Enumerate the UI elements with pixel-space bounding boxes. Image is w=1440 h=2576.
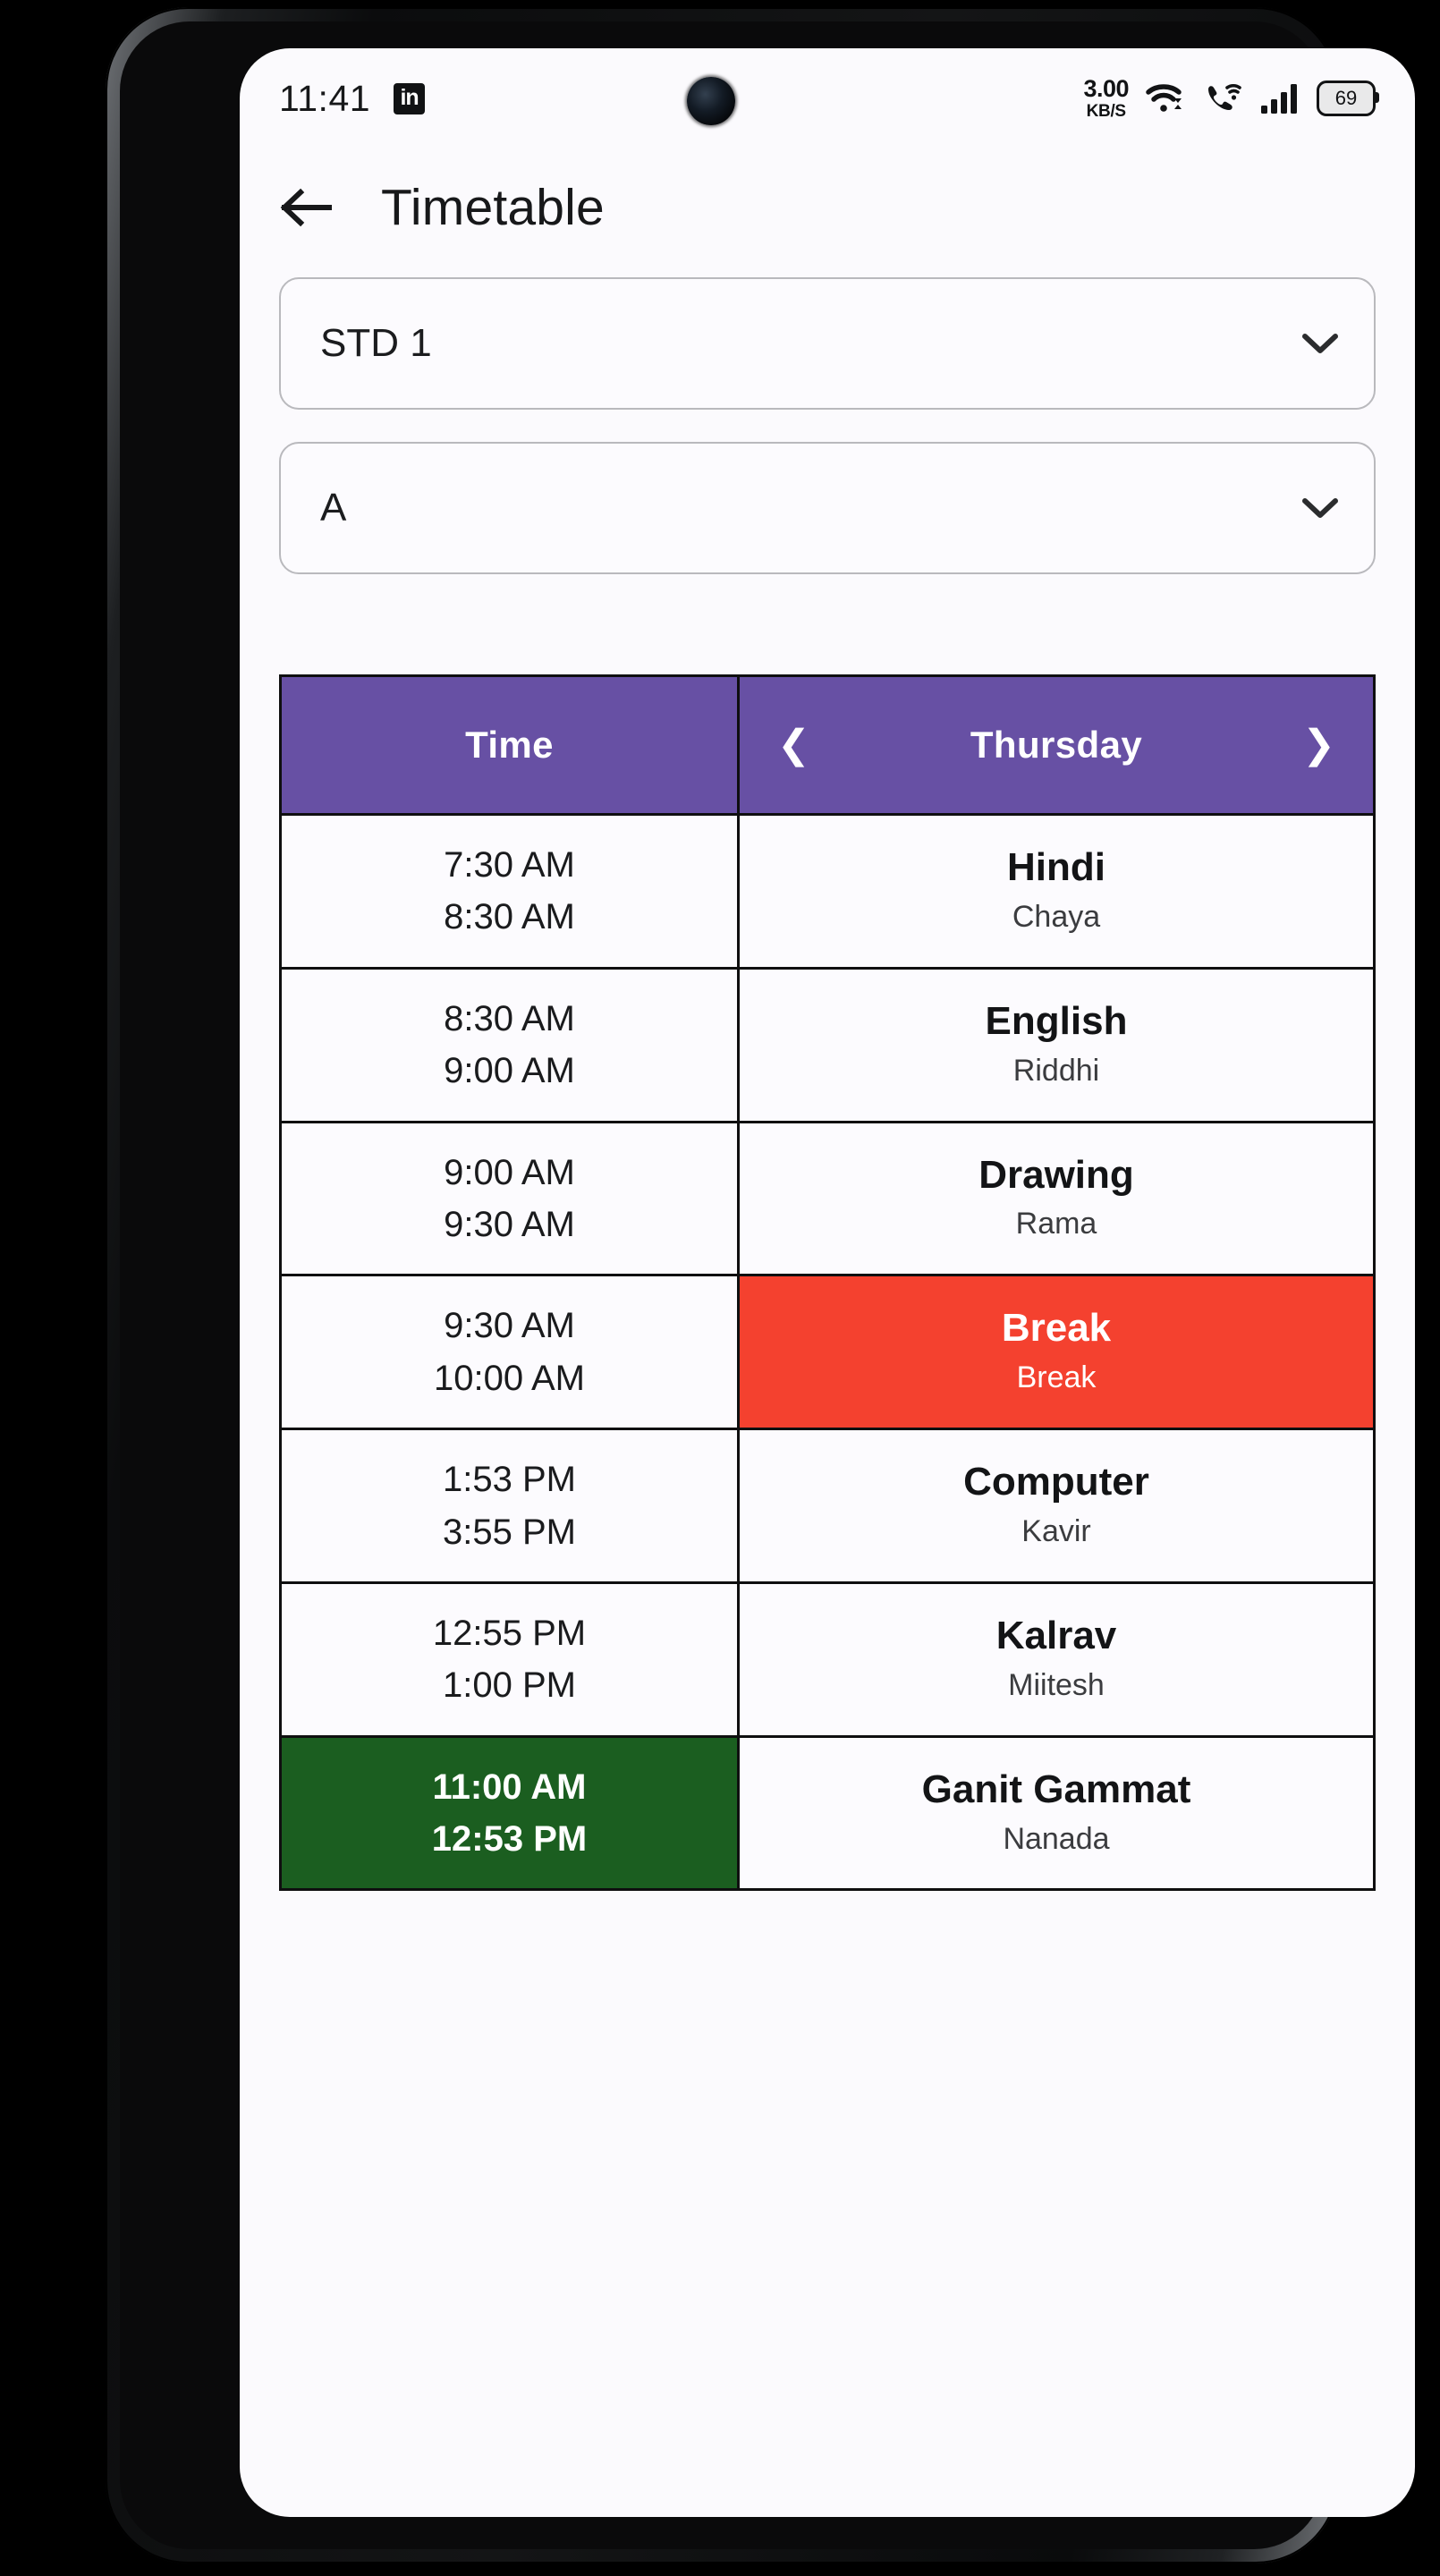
timetable-time-cell: 9:00 AM 9:30 AM xyxy=(282,1123,740,1275)
phone-screen: 11:41 in 3.00 KB/S 69 Timetable STD 1 A … xyxy=(240,48,1415,2517)
timetable-header-time-cell: Time xyxy=(282,677,740,813)
subject-name: Break xyxy=(1001,1306,1112,1351)
teacher-name: Kavir xyxy=(1021,1513,1091,1548)
period-start-time: 12:55 PM xyxy=(432,1613,587,1653)
period-end-time: 9:00 AM xyxy=(444,1051,575,1091)
chevron-down-icon xyxy=(1300,488,1340,528)
signal-bars-icon xyxy=(1259,82,1300,114)
subject-name: Ganit Gammat xyxy=(921,1767,1191,1811)
timetable-header-day-cell: ❮ Thursday ❯ xyxy=(740,677,1373,813)
battery-level-label: 69 xyxy=(1334,87,1358,109)
table-row[interactable]: 12:55 PM 1:00 PM Kalrav Miitesh xyxy=(282,1583,1373,1738)
teacher-name: Nanada xyxy=(1003,1821,1110,1856)
standard-select[interactable]: STD 1 xyxy=(279,277,1376,410)
period-start-time: 1:53 PM xyxy=(443,1460,576,1500)
wifi-calling-icon xyxy=(1202,80,1243,116)
timetable-time-cell: 8:30 AM 9:00 AM xyxy=(282,969,740,1121)
timetable-subject-cell: Break Break xyxy=(740,1276,1373,1428)
subject-name: Computer xyxy=(963,1460,1149,1504)
chevron-right-icon[interactable]: ❯ xyxy=(1297,725,1341,765)
division-select-value: A xyxy=(320,486,347,530)
timetable-time-cell: 1:53 PM 3:55 PM xyxy=(282,1430,740,1581)
table-row[interactable]: 7:30 AM 8:30 AM Hindi Chaya xyxy=(282,816,1373,970)
table-row[interactable]: 8:30 AM 9:00 AM English Riddhi xyxy=(282,969,1373,1123)
network-speed-unit: KB/S xyxy=(1086,102,1127,121)
period-start-time: 7:30 AM xyxy=(444,845,575,885)
status-bar-left: 11:41 in xyxy=(279,77,426,120)
battery-indicator: 69 xyxy=(1317,80,1379,116)
subject-name: Kalrav xyxy=(995,1613,1117,1657)
timetable-subject-cell: Computer Kavir xyxy=(740,1430,1373,1581)
timetable-subject-cell: Hindi Chaya xyxy=(740,816,1373,967)
back-arrow-icon[interactable] xyxy=(279,180,335,235)
network-speed-indicator: 3.00 KB/S xyxy=(1083,75,1129,121)
period-end-time: 10:00 AM xyxy=(433,1358,585,1398)
wifi-icon xyxy=(1145,80,1186,116)
timetable-subject-cell: English Riddhi xyxy=(740,970,1373,1121)
table-row[interactable]: 9:30 AM 10:00 AM Break Break xyxy=(282,1276,1373,1431)
period-end-time: 3:55 PM xyxy=(443,1512,576,1552)
status-bar-clock: 11:41 xyxy=(279,77,371,119)
timetable-subject-cell: Drawing Rama xyxy=(740,1123,1373,1275)
period-start-time: 9:30 AM xyxy=(444,1306,575,1346)
table-row[interactable]: 11:00 AM 12:53 PM Ganit Gammat Nanada xyxy=(282,1737,1373,1889)
timetable-time-cell: 7:30 AM 8:30 AM xyxy=(282,816,740,967)
app-bar: Timetable xyxy=(240,148,1415,267)
page-title: Timetable xyxy=(381,179,605,236)
period-end-time: 8:30 AM xyxy=(444,897,575,937)
period-end-time: 12:53 PM xyxy=(431,1819,588,1860)
period-end-time: 9:30 AM xyxy=(444,1204,575,1244)
subject-name: Hindi xyxy=(1007,845,1105,890)
timetable-time-cell: 11:00 AM 12:53 PM xyxy=(282,1737,740,1889)
subject-name: English xyxy=(985,998,1128,1043)
table-row[interactable]: 1:53 PM 3:55 PM Computer Kavir xyxy=(282,1430,1373,1584)
time-column-label: Time xyxy=(465,724,554,766)
status-bar: 11:41 in 3.00 KB/S 69 xyxy=(240,48,1415,148)
front-camera-punch-hole xyxy=(687,77,735,125)
chevron-left-icon[interactable]: ❮ xyxy=(772,725,816,765)
table-row[interactable]: 9:00 AM 9:30 AM Drawing Rama xyxy=(282,1123,1373,1277)
network-speed-value: 3.00 xyxy=(1083,75,1129,102)
period-start-time: 9:00 AM xyxy=(444,1152,575,1192)
period-end-time: 1:00 PM xyxy=(443,1665,576,1706)
timetable-subject-cell: Ganit Gammat Nanada xyxy=(740,1738,1373,1889)
timetable-body: 7:30 AM 8:30 AM Hindi Chaya 8:30 AM 9:00 AM En… xyxy=(282,816,1373,1889)
teacher-name: Miitesh xyxy=(1008,1667,1105,1702)
teacher-name: Riddhi xyxy=(1012,1053,1100,1088)
day-navigator: ❮ Thursday ❯ xyxy=(740,724,1373,767)
timetable-time-cell: 9:30 AM 10:00 AM xyxy=(282,1276,740,1428)
teacher-name: Chaya xyxy=(1012,899,1101,934)
standard-select-value: STD 1 xyxy=(320,321,432,365)
timetable: Time ❮ Thursday ❯ 7:30 AM 8:30 AM Hindi Cha… xyxy=(279,674,1376,1892)
linkedin-icon: in xyxy=(394,82,426,114)
period-start-time: 8:30 AM xyxy=(444,998,575,1038)
filter-section: STD 1 A xyxy=(240,277,1415,606)
period-start-time: 11:00 AM xyxy=(432,1767,587,1807)
subject-name: Drawing xyxy=(978,1152,1134,1197)
teacher-name: Rama xyxy=(1015,1207,1097,1241)
current-day-label: Thursday xyxy=(970,724,1143,766)
teacher-name: Break xyxy=(1016,1360,1097,1395)
timetable-time-cell: 12:55 PM 1:00 PM xyxy=(282,1583,740,1735)
chevron-down-icon xyxy=(1300,324,1340,363)
timetable-header-row: Time ❮ Thursday ❯ xyxy=(282,677,1373,816)
division-select[interactable]: A xyxy=(279,442,1376,574)
timetable-subject-cell: Kalrav Miitesh xyxy=(740,1584,1373,1735)
status-bar-right: 3.00 KB/S 69 xyxy=(1083,75,1379,121)
phone-frame: 11:41 in 3.00 KB/S 69 Timetable STD 1 A … xyxy=(106,7,1415,2563)
